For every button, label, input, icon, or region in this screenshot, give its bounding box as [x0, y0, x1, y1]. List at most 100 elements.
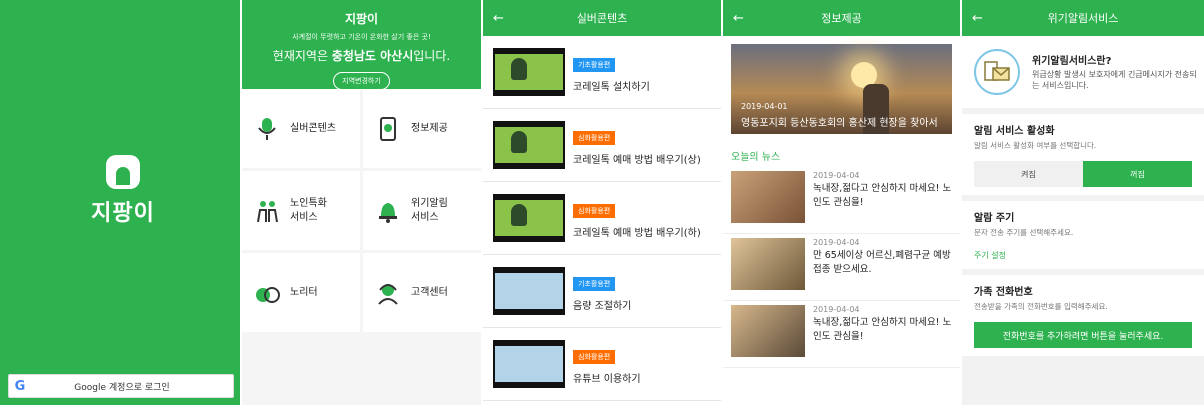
video-list-item[interactable]: 심화활용편코레일톡 예매 방법 배우기(하) — [483, 182, 721, 255]
video-title: 코레일톡 설치하기 — [573, 81, 650, 93]
top-bar: ← 위기알림서비스 — [962, 0, 1204, 36]
news-date: 2019-04-04 — [813, 171, 860, 180]
cycle-section: 알람 주기 문자 전송 주기를 선택해주세요. 주기 설정 — [962, 201, 1204, 269]
cycle-description: 문자 전송 주기를 선택해주세요. — [974, 228, 1074, 237]
elderly-icon — [257, 200, 278, 222]
activation-description: 알림 서비스 활성화 여부를 선택합니다. — [974, 141, 1097, 150]
news-title: 녹내장,젊다고 안심하지 마세요! 노인도 관심을! — [813, 317, 952, 342]
logo-text: 지팡이 — [91, 201, 155, 226]
region-name: 충청남도 아산시 — [331, 49, 414, 63]
cane-icon — [106, 155, 140, 189]
news-image — [731, 305, 805, 357]
page-title: 위기알림서비스 — [1047, 12, 1119, 25]
video-thumbnail — [493, 121, 565, 169]
change-region-button[interactable]: 지역변경하기 — [333, 72, 390, 90]
home-screen: 지팡이 사계절이 뚜렷하고 기온이 온화한 살기 좋은 곳! 현재지역은 충청남… — [242, 0, 481, 405]
add-phone-button[interactable]: 전화번호를 추가하려면 버튼을 눌러주세요. — [974, 322, 1192, 348]
category-tag: 기초활용편 — [573, 276, 616, 291]
cycle-setting-link[interactable]: 주기 설정 — [974, 250, 1192, 261]
featured-article[interactable]: 2019-04-01 영동포지회 등산동호회의 홍산제 현장을 찾아서 — [731, 44, 952, 134]
back-arrow-icon[interactable]: ← — [733, 11, 744, 26]
face-icon — [256, 286, 280, 303]
video-thumbnail — [493, 267, 565, 315]
cycle-heading: 알람 주기 — [974, 213, 1015, 224]
menu-tile-label: 노인특화 서비스 — [290, 198, 327, 223]
video-list-item[interactable]: 기초활용편음량 조절하기 — [483, 255, 721, 328]
region-suffix: 입니다. — [413, 49, 451, 63]
family-description: 전송받을 가족의 전화번호를 입력해주세요. — [974, 302, 1108, 311]
featured-date: 2019-04-01 — [741, 102, 788, 111]
video-list-item[interactable]: 심화활용편코레일톡 예매 방법 배우기(상) — [483, 109, 721, 182]
phone-info-icon — [380, 116, 396, 141]
category-tag: 심화활용편 — [573, 130, 616, 145]
news-title: 녹내장,젊다고 안심하지 마세요! 노인도 관심을! — [813, 183, 952, 208]
news-image — [731, 238, 805, 290]
menu-tile-label: 실버콘텐츠 — [290, 122, 336, 134]
back-arrow-icon[interactable]: ← — [493, 11, 504, 26]
menu-tile-elderly[interactable]: 노인특화 서비스 — [242, 171, 360, 250]
news-item[interactable]: 2019-04-04 녹내장,젊다고 안심하지 마세요! 노인도 관심을! — [723, 305, 960, 368]
top-bar: ← 정보제공 — [723, 0, 960, 36]
menu-tile-label: 위기알림 서비스 — [411, 198, 448, 223]
top-bar: ← 실버콘텐츠 — [483, 0, 721, 36]
news-image — [731, 171, 805, 223]
info-screen: ← 정보제공 2019-04-01 영동포지회 등산동호회의 홍산제 현장을 찾… — [723, 0, 960, 405]
category-tag: 심화활용편 — [573, 349, 616, 364]
back-arrow-icon[interactable]: ← — [972, 11, 983, 26]
menu-tile-support[interactable]: 고객센터 — [363, 253, 481, 332]
video-title: 코레일톡 예매 방법 배우기(하) — [573, 227, 701, 239]
activation-section: 알림 서비스 활성화 알림 서비스 활성화 여부를 선택합니다. 켜짐 꺼짐 — [962, 114, 1204, 195]
region-prefix: 현재지역은 — [272, 49, 332, 63]
category-tag: 기초활용편 — [573, 57, 616, 72]
menu-tile-info[interactable]: 정보제공 — [363, 89, 481, 168]
toggle-off-button[interactable]: 켜짐 — [974, 161, 1083, 187]
menu-tile-label: 고객센터 — [411, 286, 448, 298]
app-logo: 지팡이 — [78, 155, 168, 227]
service-intro: 위기알림서비스란? 위급상황 발생시 보호자에게 긴급메시지가 전송되는 서비스… — [962, 36, 1204, 108]
menu-tile-label: 노리터 — [290, 286, 318, 298]
region-subtitle: 사계절이 뚜렷하고 기온이 온화한 살기 좋은 곳! — [292, 33, 431, 41]
news-title: 만 65세이상 어르신,폐렴구균 예방접종 받으세요. — [813, 250, 951, 275]
bell-icon — [379, 202, 397, 223]
video-title: 코레일톡 예매 방법 배우기(상) — [573, 154, 701, 166]
news-date: 2019-04-04 — [813, 305, 860, 314]
menu-tile-alarm[interactable]: 위기알림 서비스 — [363, 171, 481, 250]
message-icon — [974, 49, 1020, 95]
featured-caption: 영동포지회 등산동호회의 홍산제 현장을 찾아서 — [741, 118, 938, 129]
menu-tile-label: 정보제공 — [411, 122, 448, 134]
brand-title: 지팡이 — [344, 12, 379, 26]
activation-heading: 알림 서비스 활성화 — [974, 126, 1055, 137]
family-section: 가족 전화번호 전송받을 가족의 전화번호를 입력해주세요. 전화번호를 추가하… — [962, 275, 1204, 356]
video-thumbnail — [493, 194, 565, 242]
home-header: 지팡이 사계절이 뚜렷하고 기온이 온화한 살기 좋은 곳! 현재지역은 충청남… — [242, 0, 481, 90]
alarm-service-screen: ← 위기알림서비스 위기알림서비스란? 위급상황 발생시 보호자에게 긴급메시지… — [962, 0, 1204, 405]
intro-title: 위기알림서비스란? — [1032, 56, 1112, 68]
news-date: 2019-04-04 — [813, 238, 860, 247]
video-thumbnail — [493, 48, 565, 96]
current-region: 현재지역은 충청남도 아산시입니다. — [242, 47, 481, 64]
news-item[interactable]: 2019-04-04 만 65세이상 어르신,폐렴구균 예방접종 받으세요. — [723, 238, 960, 301]
menu-tile-norita[interactable]: 노리터 — [242, 253, 360, 332]
splash-screen: 지팡이 G Google 계정으로 로그인 — [0, 0, 240, 405]
toggle-on-button[interactable]: 꺼짐 — [1083, 161, 1192, 187]
microphone-icon — [258, 117, 276, 140]
category-tag: 심화활용편 — [573, 203, 616, 218]
page-title: 실버콘텐츠 — [576, 12, 628, 25]
menu-grid: 실버콘텐츠 정보제공 노인특화 서비스 위기알림 서비스 노리터 고객센터 — [242, 89, 481, 332]
google-icon: G — [14, 378, 26, 394]
video-title: 유튜브 이용하기 — [573, 373, 641, 385]
family-heading: 가족 전화번호 — [974, 287, 1033, 298]
news-heading: 오늘의 뉴스 — [731, 152, 781, 163]
headset-icon — [378, 283, 398, 305]
google-login-label: Google 계정으로 로그인 — [74, 382, 170, 393]
news-item[interactable]: 2019-04-04 녹내장,젊다고 안심하지 마세요! 노인도 관심을! — [723, 171, 960, 234]
menu-tile-silver[interactable]: 실버콘텐츠 — [242, 89, 360, 168]
video-list-item[interactable]: 심화활용편유튜브 이용하기 — [483, 328, 721, 401]
video-list-item[interactable]: 기초활용편코레일톡 설치하기 — [483, 36, 721, 109]
google-login-button[interactable]: G Google 계정으로 로그인 — [8, 374, 234, 398]
page-title: 정보제공 — [821, 12, 862, 25]
video-title: 음량 조절하기 — [573, 300, 632, 312]
activation-toggle: 켜짐 꺼짐 — [974, 161, 1192, 187]
silver-content-screen: ← 실버콘텐츠 기초활용편 코레일톡 설치하기 심화활용편 코레일톡 예매 방법 배… — [483, 0, 721, 405]
intro-description: 위급상황 발생시 보호자에게 긴급메시지가 전송되는 서비스입니다. — [1032, 70, 1197, 90]
